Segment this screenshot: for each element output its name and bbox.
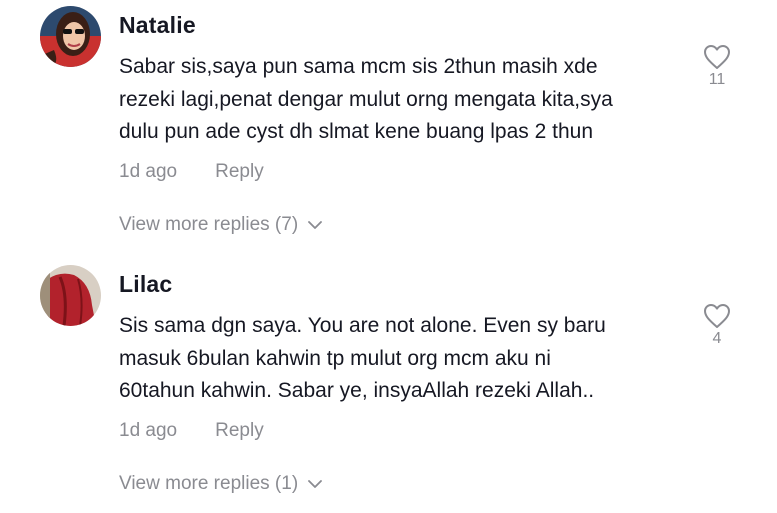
- view-more-replies-button[interactable]: View more replies (7): [119, 214, 323, 236]
- heart-icon: [704, 45, 730, 69]
- comment-timestamp: 1d ago: [119, 161, 178, 182]
- comment-meta: 1d ago Reply: [119, 161, 264, 183]
- chevron-down-icon: [308, 220, 323, 229]
- comment-meta: 1d ago Reply: [119, 420, 264, 442]
- comment-username[interactable]: Natalie: [119, 12, 196, 39]
- like-button[interactable]: 4: [700, 303, 734, 348]
- user-avatar-photo-icon: [40, 6, 101, 67]
- like-count: 11: [708, 71, 726, 88]
- view-more-replies-label: View more replies (1): [119, 473, 299, 494]
- like-count: 4: [712, 330, 722, 347]
- view-more-replies-button[interactable]: View more replies (1): [119, 473, 323, 495]
- comment-text: Sis sama dgn saya. You are not alone. Ev…: [119, 314, 606, 402]
- reply-button[interactable]: Reply: [215, 420, 264, 442]
- reply-button[interactable]: Reply: [215, 161, 264, 183]
- comment-timestamp: 1d ago: [119, 420, 178, 441]
- avatar[interactable]: [40, 265, 101, 326]
- comment-username[interactable]: Lilac: [119, 271, 172, 298]
- comment-text: Sabar sis,saya pun sama mcm sis 2thun ma…: [119, 55, 613, 143]
- user-avatar-photo-icon: [40, 265, 101, 326]
- heart-icon: [704, 304, 730, 328]
- like-button[interactable]: 11: [700, 44, 734, 89]
- view-more-replies-label: View more replies (7): [119, 214, 299, 235]
- avatar[interactable]: [40, 6, 101, 67]
- chevron-down-icon: [308, 479, 323, 488]
